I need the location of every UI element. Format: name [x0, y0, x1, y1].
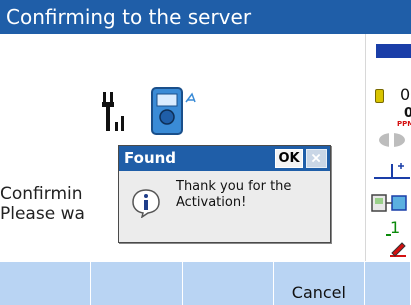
ppm-value: 0 — [404, 106, 411, 121]
ok-button[interactable]: OK — [275, 149, 303, 168]
softkey-2[interactable] — [91, 261, 183, 305]
ppm-label: PPM — [397, 120, 411, 128]
softkey-bar: Cancel — [0, 261, 411, 305]
softkey-5[interactable] — [365, 261, 411, 305]
device-icon — [371, 194, 407, 212]
background-message-line1: Confirmin — [0, 184, 83, 204]
tilt-icon — [374, 163, 410, 179]
background-message: Confirmin Please wa — [0, 184, 130, 224]
close-button[interactable] — [306, 149, 327, 168]
close-icon — [311, 153, 321, 163]
dialog-body: Thank you for the Activation! — [119, 171, 330, 242]
softkey-3[interactable] — [182, 261, 274, 305]
main-area: Confirmin Please wa Found OK Thank you f… — [0, 34, 365, 261]
battery-value: 0 — [400, 85, 411, 104]
edit-icon — [390, 242, 406, 257]
level-base — [386, 234, 391, 236]
info-icon — [132, 189, 160, 218]
found-dialog: Found OK Thank you for the Activation! — [118, 145, 331, 243]
status-topbar — [376, 44, 411, 58]
dialog-titlebar: Found OK — [119, 146, 330, 171]
status-panel: 0 0 PPM 1 — [365, 34, 411, 261]
background-message-line2: Please wa — [0, 204, 85, 224]
dialog-message: Thank you for the Activation! — [176, 179, 292, 210]
softkey-1[interactable] — [0, 261, 92, 305]
level-value: 1 — [390, 218, 401, 237]
target-icon — [379, 132, 405, 148]
instrument-icon — [151, 87, 196, 135]
signal-icon — [102, 92, 124, 131]
title-bar: Confirming to the server — [0, 0, 411, 34]
dialog-title: Found — [124, 149, 177, 167]
battery-icon — [375, 89, 384, 103]
cancel-button[interactable]: Cancel — [273, 261, 365, 305]
